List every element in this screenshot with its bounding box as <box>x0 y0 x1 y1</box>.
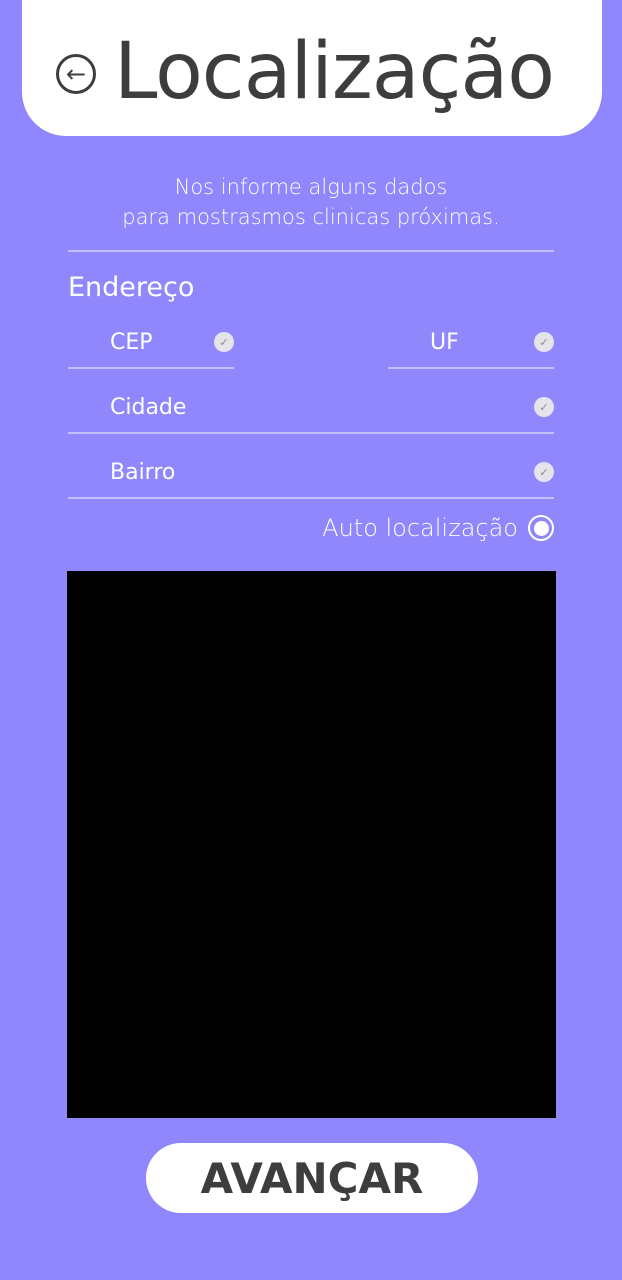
cep-label: CEP <box>110 330 153 355</box>
check-circle-icon: ✓ <box>214 332 234 352</box>
arrow-left-circle-icon: ← <box>65 60 87 88</box>
map-view[interactable] <box>67 571 556 1118</box>
uf-label: UF <box>430 330 459 355</box>
uf-underline <box>388 367 554 369</box>
radio-selected-icon[interactable] <box>528 515 554 541</box>
auto-location-toggle[interactable]: Auto localização <box>322 514 554 542</box>
page-title: Localização <box>114 27 555 117</box>
cidade-label: Cidade <box>110 395 187 420</box>
section-title: Endereço <box>68 272 195 303</box>
cep-field[interactable]: CEP ✓ <box>68 320 234 370</box>
check-circle-icon: ✓ <box>534 332 554 352</box>
advance-button[interactable]: AVANÇAR <box>146 1143 478 1213</box>
divider <box>68 250 554 252</box>
cep-underline <box>68 367 234 369</box>
check-circle-icon: ✓ <box>534 462 554 482</box>
back-button[interactable]: ← <box>56 54 96 94</box>
bairro-field[interactable]: Bairro ✓ <box>68 450 554 500</box>
cidade-field[interactable]: Cidade ✓ <box>68 385 554 435</box>
bairro-underline <box>68 497 554 499</box>
uf-field[interactable]: UF ✓ <box>388 320 554 370</box>
cidade-underline <box>68 432 554 434</box>
bairro-label: Bairro <box>110 460 176 485</box>
auto-location-label: Auto localização <box>322 514 518 542</box>
subtitle-line-2: para mostrasmos clinicas próximas. <box>122 205 500 229</box>
subtitle-line-1: Nos informe alguns dados <box>174 175 448 199</box>
subtitle: Nos informe alguns dados para mostrasmos… <box>0 172 622 232</box>
check-circle-icon: ✓ <box>534 397 554 417</box>
